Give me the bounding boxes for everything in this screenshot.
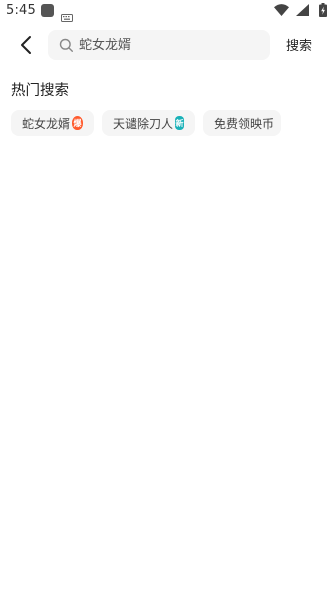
signal-icon: [296, 4, 309, 16]
back-button[interactable]: [14, 33, 38, 57]
hot-search-chip[interactable]: 免费领映币: [203, 110, 281, 136]
status-time: 5:45: [6, 3, 36, 18]
search-icon: [59, 38, 74, 53]
back-chevron-icon: [21, 36, 31, 54]
hot-search-chip[interactable]: 蛇女龙婿 爆: [11, 110, 94, 136]
wifi-icon: [274, 4, 289, 16]
chip-label: 免费领映币: [214, 116, 275, 131]
hot-badge-icon: 爆: [72, 116, 83, 130]
hot-search-title: 热门搜索: [11, 83, 69, 99]
search-button[interactable]: 搜索: [286, 35, 312, 54]
status-bar: 5:45: [0, 0, 333, 24]
chip-label: 天谴除刀人: [113, 116, 174, 131]
app-notification-icon: [41, 4, 54, 17]
hot-search-chip[interactable]: 天谴除刀人 新: [102, 110, 195, 136]
battery-charging-icon: [319, 3, 327, 17]
chip-label: 蛇女龙婿: [22, 116, 71, 131]
search-input[interactable]: [79, 37, 249, 53]
keyboard-icon: [61, 7, 73, 26]
search-box[interactable]: [48, 30, 270, 60]
new-badge-icon: 新: [175, 116, 184, 130]
